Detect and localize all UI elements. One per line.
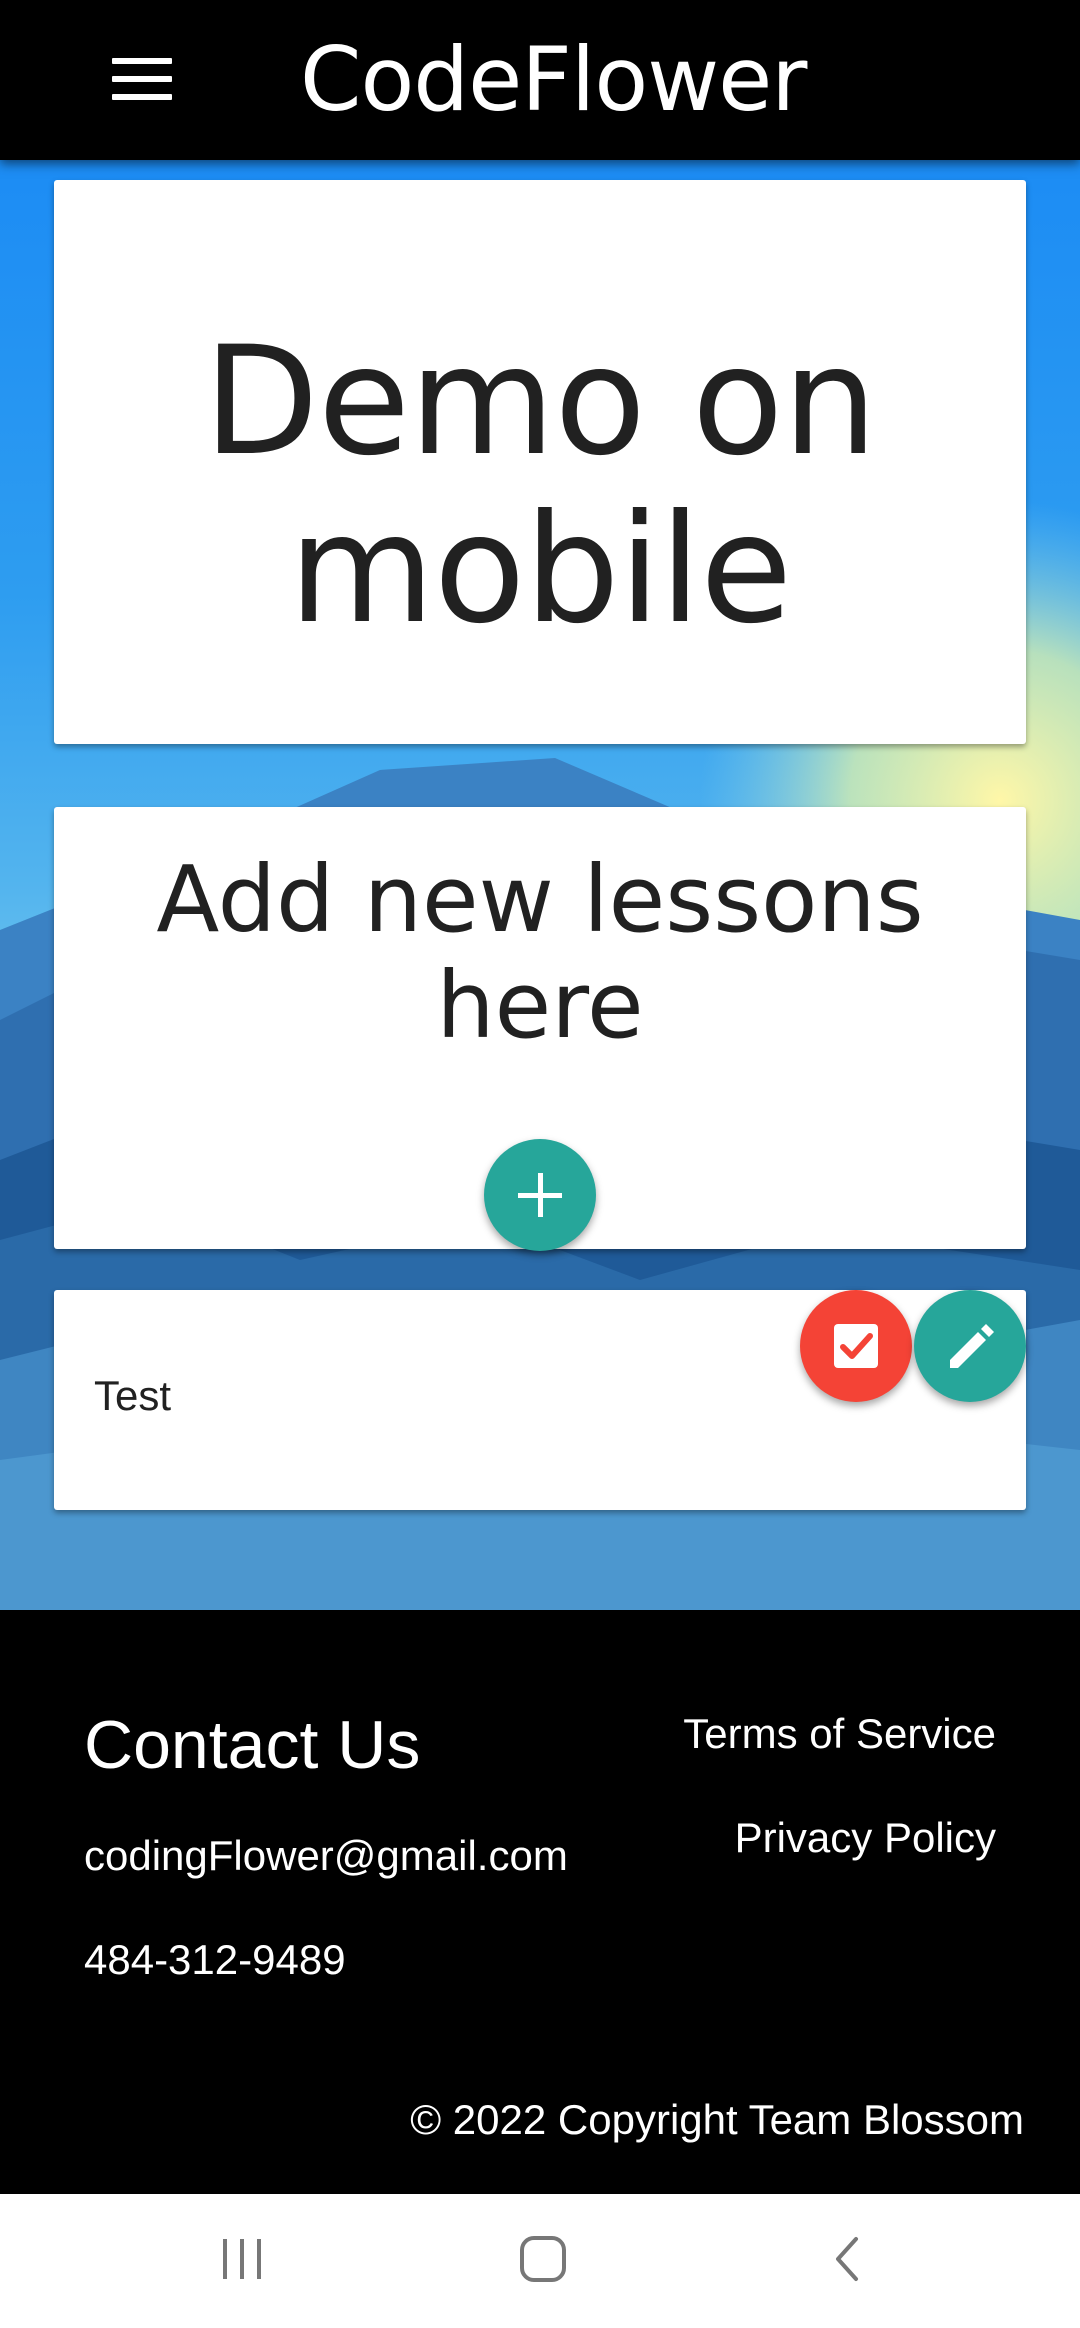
hero-heading: Demo on mobile bbox=[203, 315, 877, 657]
app-bar: CodeFlower bbox=[0, 0, 1080, 160]
hero-card: Demo on mobile bbox=[54, 180, 1026, 744]
recents-icon[interactable] bbox=[218, 2234, 268, 2289]
home-icon[interactable] bbox=[518, 2234, 568, 2289]
app-title: CodeFlower bbox=[300, 28, 807, 131]
contact-title: Contact Us bbox=[84, 1707, 421, 1783]
terms-of-service-link[interactable]: Terms of Service bbox=[683, 1710, 996, 1758]
plus-icon bbox=[518, 1173, 562, 1217]
contact-email: codingFlower@gmail.com bbox=[84, 1832, 568, 1879]
contact-phone: 484-312-9489 bbox=[84, 1936, 346, 1983]
checkbox-checked-icon bbox=[834, 1324, 878, 1368]
complete-lesson-button[interactable] bbox=[800, 1290, 912, 1402]
hamburger-menu-icon[interactable] bbox=[112, 58, 172, 102]
edit-lesson-button[interactable] bbox=[914, 1290, 1026, 1402]
footer: Contact Us codingFlower@gmail.com 484-31… bbox=[0, 1610, 1080, 2194]
add-lesson-heading: Add new lessons here bbox=[156, 846, 924, 1059]
pencil-icon bbox=[950, 1324, 994, 1368]
background-mountain-scene: Demo on mobile Add new lessons here Test bbox=[0, 160, 1080, 1610]
system-navigation-bar bbox=[0, 2194, 1080, 2328]
lesson-item[interactable]: Test bbox=[54, 1290, 1026, 1510]
lesson-item-label: Test bbox=[94, 1372, 172, 1419]
back-icon[interactable] bbox=[824, 2234, 874, 2289]
privacy-policy-link[interactable]: Privacy Policy bbox=[735, 1814, 996, 1862]
add-lesson-card: Add new lessons here bbox=[54, 807, 1026, 1251]
add-lesson-button[interactable] bbox=[484, 1139, 596, 1251]
copyright-text: © 2022 Copyright Team Blossom bbox=[410, 2096, 1024, 2143]
